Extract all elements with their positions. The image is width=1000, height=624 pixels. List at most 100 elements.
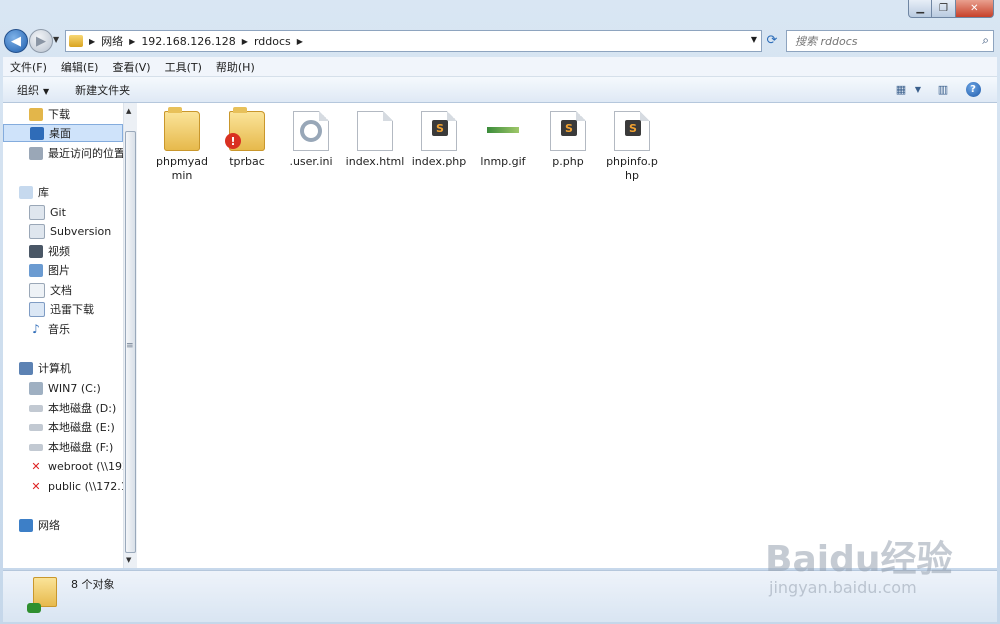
address-bar[interactable]: ▶ 网络 ▶ 192.168.126.128 ▶ rddocs ▶ ▼ bbox=[65, 30, 762, 52]
file-item-index-html[interactable]: index.html bbox=[345, 111, 405, 169]
sidebar-item-recent[interactable]: 最近访问的位置 bbox=[3, 144, 123, 162]
breadcrumb-network[interactable]: 网络 bbox=[101, 33, 123, 49]
search-icon[interactable]: ⌕ bbox=[982, 33, 989, 48]
sidebar-item-pictures[interactable]: 图片 bbox=[3, 261, 123, 279]
breadcrumb-host[interactable]: 192.168.126.128 bbox=[141, 35, 235, 48]
new-folder-button[interactable]: 新建文件夹 bbox=[75, 82, 130, 98]
file-name: phpmyad min bbox=[156, 155, 208, 182]
sidebar-item-drive-c[interactable]: WIN7 (C:) bbox=[3, 379, 123, 397]
sidebar-item-drive-d[interactable]: 本地磁盘 (D:) bbox=[3, 399, 123, 417]
forward-button[interactable]: ▶ bbox=[29, 29, 53, 53]
file-item-tprbac[interactable]: ! tprbac bbox=[217, 107, 277, 169]
menu-bar: 文件(F) 编辑(E) 查看(V) 工具(T) 帮助(H) bbox=[3, 57, 997, 77]
toolbar-right: ▦ ▼ ▥ ? bbox=[881, 81, 983, 97]
sidebar-item-label: 视频 bbox=[48, 245, 70, 258]
folder-icon: ! bbox=[225, 107, 265, 151]
video-library-icon bbox=[29, 244, 43, 258]
recent-pages-dropdown[interactable]: ▼ bbox=[53, 35, 59, 44]
sidebar-item-documents[interactable]: 文档 bbox=[3, 281, 123, 299]
sidebar-item-label: 最近访问的位置 bbox=[48, 147, 123, 160]
navigation-pane: 下载 桌面 最近访问的位置 库 Git Subversion 视频 图片 文档 … bbox=[3, 103, 123, 568]
sidebar-item-computer[interactable]: 计算机 bbox=[3, 359, 123, 377]
change-view-button[interactable]: ▦ bbox=[891, 81, 911, 97]
error-badge-icon: ! bbox=[225, 133, 241, 149]
chevron-down-icon: ▼ bbox=[914, 84, 922, 94]
breadcrumb-folder[interactable]: rddocs bbox=[254, 35, 291, 48]
close-button[interactable]: ✕ bbox=[955, 0, 994, 18]
sidebar-item-label: 文档 bbox=[50, 284, 72, 297]
file-item-lnmp-gif[interactable]: lnmp.gif bbox=[473, 111, 533, 169]
music-library-icon: ♪ bbox=[32, 322, 40, 336]
drive-icon bbox=[29, 423, 43, 431]
sidebar-item-webroot[interactable]: ✕ webroot (\\192 bbox=[3, 457, 123, 475]
menu-view[interactable]: 查看(V) bbox=[105, 59, 157, 75]
sidebar-item-label: 图片 bbox=[48, 264, 70, 277]
computer-icon bbox=[19, 361, 33, 375]
navigation-bar: ◀ ▶ ▼ ▶ 网络 ▶ 192.168.126.128 ▶ rddocs ▶ … bbox=[0, 26, 1000, 54]
folder-icon bbox=[164, 107, 200, 151]
chevron-right-icon[interactable]: ▶ bbox=[129, 37, 135, 46]
gif-thumbnail-icon bbox=[485, 111, 521, 151]
explorer-window: ▁ ❐ ✕ ◀ ▶ ▼ ▶ 网络 ▶ 192.168.126.128 ▶ rdd… bbox=[0, 0, 1000, 624]
file-list: phpmyad min ! tprbac .user.ini index.html… bbox=[137, 103, 997, 568]
file-item-user-ini[interactable]: .user.ini bbox=[281, 111, 341, 169]
view-grid-icon: ▦ bbox=[895, 82, 907, 96]
chevron-right-icon[interactable]: ▶ bbox=[297, 37, 303, 46]
file-item-phpinfo-php[interactable]: S phpinfo.p hp bbox=[602, 111, 662, 183]
search-box[interactable]: ⌕ bbox=[786, 30, 994, 52]
file-name: lnmp.gif bbox=[480, 155, 526, 168]
file-item-phpmyadmin[interactable]: phpmyad min bbox=[152, 107, 212, 183]
image-thumbnail bbox=[487, 127, 519, 133]
command-bar: 组织 ▼ 新建文件夹 ▦ ▼ ▥ ? bbox=[3, 77, 997, 103]
sidebar-item-video[interactable]: 视频 bbox=[3, 242, 123, 260]
sidebar-item-label: 库 bbox=[38, 186, 49, 199]
refresh-button[interactable]: ⟳ bbox=[763, 30, 781, 50]
folder-icon bbox=[69, 35, 83, 47]
preview-pane-button[interactable]: ▥ bbox=[933, 81, 953, 97]
scroll-up-icon[interactable]: ▲ bbox=[126, 107, 131, 115]
file-name: index.php bbox=[411, 155, 467, 168]
back-button[interactable]: ◀ bbox=[4, 29, 28, 53]
sidebar-item-label: webroot (\\192 bbox=[48, 459, 123, 473]
scroll-down-icon[interactable]: ▼ bbox=[126, 556, 131, 564]
help-button[interactable]: ? bbox=[963, 81, 983, 97]
file-item-index-php[interactable]: S index.php bbox=[409, 111, 469, 169]
library-icon bbox=[19, 185, 33, 199]
file-item-p-php[interactable]: S p.php bbox=[538, 111, 598, 169]
sidebar-item-label: 计算机 bbox=[38, 362, 71, 375]
sidebar-item-label: Subversion bbox=[50, 224, 112, 238]
sidebar-item-drive-e[interactable]: 本地磁盘 (E:) bbox=[3, 418, 123, 436]
menu-help[interactable]: 帮助(H) bbox=[209, 59, 262, 75]
desktop-icon bbox=[30, 126, 44, 140]
scroll-grip-icon: ≡ bbox=[126, 341, 134, 351]
file-name: tprbac bbox=[229, 155, 265, 168]
minimize-button[interactable]: ▁ bbox=[908, 0, 933, 18]
organize-button[interactable]: 组织 ▼ bbox=[17, 82, 49, 98]
sidebar-item-music[interactable]: ♪ 音乐 bbox=[3, 320, 123, 338]
chevron-right-icon[interactable]: ▶ bbox=[242, 37, 248, 46]
sidebar-item-git[interactable]: Git bbox=[3, 203, 123, 221]
navigation-pane-scrollbar[interactable]: ▲ ≡ ▼ bbox=[123, 103, 137, 568]
menu-tools[interactable]: 工具(T) bbox=[158, 59, 209, 75]
sidebar-item-libraries[interactable]: 库 bbox=[3, 183, 123, 201]
sidebar-item-subversion[interactable]: Subversion bbox=[3, 222, 123, 240]
chevron-right-icon[interactable]: ▶ bbox=[89, 37, 95, 46]
sidebar-item-public[interactable]: ✕ public (\\172.16 bbox=[3, 477, 123, 495]
sidebar-item-network[interactable]: 网络 bbox=[3, 516, 123, 534]
network-drive-disconnected-icon: ✕ bbox=[31, 479, 41, 493]
view-options-dropdown[interactable]: ▼ bbox=[913, 81, 923, 97]
sidebar-item-thunder[interactable]: 迅雷下载 bbox=[3, 300, 123, 318]
sidebar-item-drive-f[interactable]: 本地磁盘 (F:) bbox=[3, 438, 123, 456]
menu-file[interactable]: 文件(F) bbox=[3, 59, 54, 75]
sidebar-item-desktop[interactable]: 桌面 bbox=[3, 124, 123, 142]
download-folder-icon bbox=[29, 107, 43, 121]
sync-check-icon bbox=[27, 603, 41, 613]
menu-edit[interactable]: 编辑(E) bbox=[54, 59, 106, 75]
address-dropdown-icon[interactable]: ▼ bbox=[751, 35, 757, 44]
file-name: phpinfo.p hp bbox=[606, 155, 658, 182]
php-file-icon: S bbox=[550, 111, 586, 151]
sidebar-item-label: WIN7 (C:) bbox=[48, 381, 101, 395]
search-input[interactable] bbox=[793, 33, 977, 49]
maximize-button[interactable]: ❐ bbox=[932, 0, 956, 18]
sidebar-item-downloads[interactable]: 下载 bbox=[3, 105, 123, 123]
